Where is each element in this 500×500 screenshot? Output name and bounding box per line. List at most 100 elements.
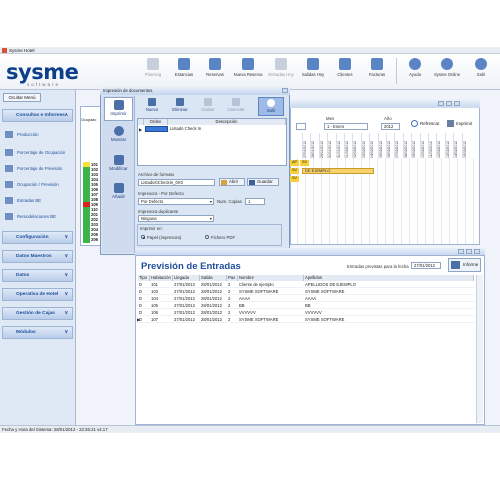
sidebar-item-arrivals-be[interactable]: Entradas BE	[5, 196, 41, 205]
sidebar-category-configuration[interactable]: Configuración ∨	[2, 231, 73, 244]
month-prev-select[interactable]	[296, 123, 306, 130]
sidebar-item-production[interactable]: Producción	[5, 130, 39, 139]
table-cell: 28/01/2012	[201, 289, 222, 294]
sidebar-item-occupancy-forecast[interactable]: Ocupación / Previsión	[5, 180, 59, 189]
new-button[interactable]: Nuevo	[139, 97, 165, 116]
print-button[interactable]: Imprimir	[446, 119, 476, 129]
sidebar-category-reports[interactable]: Consultas e Informes ∧	[2, 109, 73, 122]
sidebar-item-occupancy[interactable]: Porcentaje de Ocupación	[5, 148, 65, 157]
dup-printer-select[interactable]: Ninguna ▾	[138, 215, 214, 222]
date-column-header[interactable]: 29/01/2012	[318, 133, 327, 158]
date-column-header[interactable]: 02/02/2012	[352, 133, 361, 158]
sidebar-item-remodel-be[interactable]: Remodelaciones BE	[5, 212, 56, 221]
date-column-header[interactable]: 10/02/2012	[419, 133, 428, 158]
date-column-header[interactable]: 30/01/2012	[327, 133, 336, 158]
column-header[interactable]: Nombre	[238, 275, 304, 281]
column-header[interactable]: Pax	[227, 275, 238, 281]
sidebar-category-cash[interactable]: Gestión de Cajas ∨	[2, 307, 73, 320]
dialog-title: Impresión de documentos	[100, 87, 290, 95]
close-button[interactable]	[454, 101, 460, 106]
toolbar-stays-button[interactable]: Estancias	[167, 58, 201, 77]
hide-menu-button[interactable]: Ocultar Menú	[3, 93, 41, 102]
minimize-button[interactable]	[438, 101, 444, 106]
print-button[interactable]: Imprimir	[104, 97, 133, 121]
tag-sv[interactable]: SV	[290, 176, 299, 182]
toolbar-arrivals-button[interactable]: Entradas Hoy	[264, 58, 298, 77]
column-header[interactable]: Habitación	[150, 275, 173, 281]
date-column-header[interactable]: 27/01/2012	[302, 133, 310, 158]
date-column-header[interactable]: 03/02/2012	[360, 133, 369, 158]
floppy-icon	[249, 180, 255, 185]
table-cell: APELLIDOS DE EJEMPLO	[305, 282, 356, 287]
sidebar-category-modules[interactable]: Módulos ∨	[2, 326, 73, 339]
date-column-header[interactable]: 12/02/2012	[436, 133, 445, 158]
delete-button[interactable]: Eliminar	[167, 97, 193, 116]
tag-ap[interactable]: AP	[290, 160, 299, 166]
date-column-header[interactable]: 31/01/2012	[335, 133, 344, 158]
toolbar-online-button[interactable]: Sysme Online	[430, 58, 464, 77]
copies-stepper[interactable]: 1	[245, 198, 265, 205]
month-select[interactable]: 1 - Enero	[324, 123, 368, 130]
tag-sv[interactable]: SV	[300, 160, 309, 166]
dialog-close-button[interactable]	[282, 88, 288, 93]
maximize-button[interactable]	[446, 101, 452, 106]
list-row[interactable]: ▶ 1 Listado Check In	[138, 126, 286, 133]
report-button[interactable]: Informe	[448, 258, 481, 272]
booking-bar[interactable]: DE EJEMPLO	[302, 168, 374, 174]
toolbar-invoices-button[interactable]: Facturas	[360, 58, 394, 77]
show-button[interactable]: Mostrar	[104, 124, 133, 148]
online-icon	[441, 58, 453, 70]
toolbar-reservations-button[interactable]: Reservas	[198, 58, 232, 77]
column-header[interactable]: Llegada	[173, 275, 200, 281]
minimize-button[interactable]	[458, 249, 464, 254]
printer-select[interactable]: Por Defecto ▾	[138, 198, 214, 205]
sidebar-item-forecast[interactable]: Porcentaje de Previsión	[5, 164, 62, 173]
column-header[interactable]: Salida	[200, 275, 227, 281]
maximize-button[interactable]	[466, 249, 472, 254]
sidebar-category-data[interactable]: Datos ∨	[2, 269, 73, 282]
sidebar-category-operations[interactable]: Operativa de Hotel ∨	[2, 288, 73, 301]
list-header-description: Descripción	[168, 119, 286, 125]
date-column-header[interactable]: 08/02/2012	[402, 133, 411, 158]
chevron-down-icon: ∨	[64, 292, 68, 297]
modify-button[interactable]: Modificar	[104, 153, 133, 177]
date-column-header[interactable]: 04/02/2012	[369, 133, 378, 158]
open-button[interactable]: Abrir	[219, 178, 245, 186]
save-record-button[interactable]: Grabar	[195, 97, 221, 116]
cancel-button[interactable]: Cancelar	[223, 97, 249, 116]
toolbar-planning-button[interactable]: Planning	[136, 58, 170, 77]
date-column-header[interactable]: 09/02/2012	[411, 133, 420, 158]
add-button[interactable]: Añadir	[104, 181, 133, 205]
date-column-header[interactable]: 07/02/2012	[394, 133, 403, 158]
column-header[interactable]: Tipo	[138, 275, 150, 281]
sidebar-category-master-data[interactable]: Datos Maestros ∨	[2, 250, 73, 263]
date-column-header[interactable]: 11/02/2012	[428, 133, 436, 158]
date-column-header[interactable]: 15/02/2012	[461, 133, 470, 158]
tag-sv[interactable]: SV	[290, 168, 299, 174]
forecast-date-select[interactable]: 27/01/2012	[411, 262, 441, 269]
toolbar-new-reservation-button[interactable]: Nueva Reserva	[231, 58, 265, 77]
refresh-button[interactable]: Refrescar	[410, 119, 444, 129]
table-cell: 27/01/2012	[174, 317, 195, 322]
toolbar-departures-button[interactable]: Salidas Hoy	[296, 58, 330, 77]
column-header[interactable]: Apellidos	[304, 275, 474, 281]
date-column-header[interactable]: 05/02/2012	[377, 133, 386, 158]
close-button[interactable]	[474, 249, 480, 254]
save-button[interactable]: Guardar	[247, 178, 279, 186]
date-column-header[interactable]: 14/02/2012	[453, 133, 462, 158]
pdf-radio[interactable]	[205, 235, 209, 239]
date-column-header[interactable]: 28/01/2012	[310, 133, 319, 158]
toolbar-help-button[interactable]: Ayuda	[398, 58, 432, 77]
file-input[interactable]: Listados\CheckIn_0X0	[138, 179, 215, 186]
toolbar-exit-button[interactable]: Salir	[464, 58, 498, 77]
toolbar-clients-button[interactable]: Clientes	[328, 58, 362, 77]
date-column-header[interactable]: 01/02/2012	[344, 133, 352, 158]
scrollbar[interactable]	[476, 275, 483, 423]
clients-icon	[339, 58, 351, 70]
date-column-header[interactable]: 06/02/2012	[386, 133, 394, 158]
year-stepper[interactable]: 2012	[381, 123, 400, 130]
paper-radio[interactable]	[141, 235, 145, 239]
date-column-header[interactable]: 13/02/2012	[444, 133, 453, 158]
pdf-radio-label: Fichero PDF	[211, 235, 236, 240]
dialog-exit-button[interactable]: Salir	[258, 97, 284, 116]
